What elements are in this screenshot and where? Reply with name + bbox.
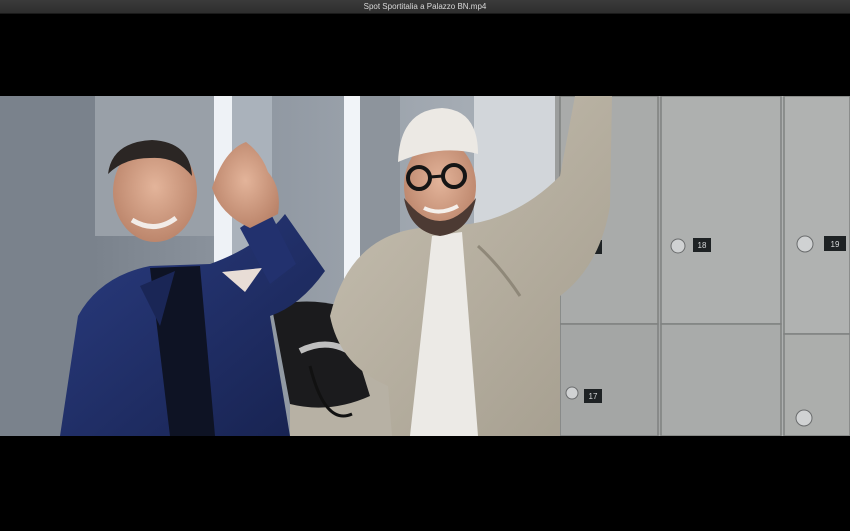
video-player-window: Spot Sportitalia a Palazzo BN.mp4 18 19 … <box>0 0 850 531</box>
locker-number-19: 19 <box>824 236 846 251</box>
locker-label-18: 18 <box>698 241 707 250</box>
video-frame[interactable]: 16 18 19 17 <box>0 96 850 436</box>
video-viewport[interactable]: 16 18 19 17 <box>0 14 850 531</box>
window-title: Spot Sportitalia a Palazzo BN.mp4 <box>363 2 487 11</box>
locker-label-17: 17 <box>589 392 598 401</box>
locker-label-19: 19 <box>831 240 840 249</box>
locker-number-17: 17 <box>584 389 602 403</box>
title-bar[interactable]: Spot Sportitalia a Palazzo BN.mp4 <box>0 0 850 14</box>
locker-number-18: 18 <box>693 238 711 252</box>
video-frame-scene: 16 18 19 17 <box>0 96 850 436</box>
